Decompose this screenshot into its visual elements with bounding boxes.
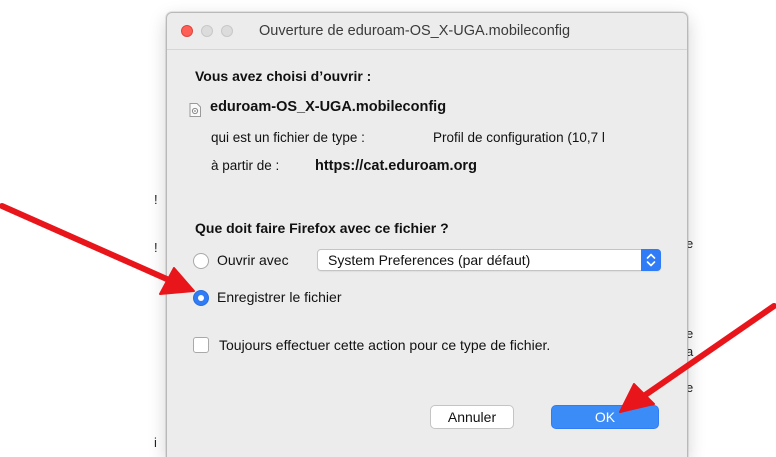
always-do-label[interactable]: Toujours effectuer cette action pour ce … <box>219 337 550 353</box>
open-with-label[interactable]: Ouvrir avec <box>217 252 289 268</box>
source-url: https://cat.eduroam.org <box>315 158 477 174</box>
minimize-window-icon[interactable] <box>201 25 213 37</box>
background-text: ! <box>154 240 158 255</box>
always-do-checkbox[interactable] <box>193 337 209 353</box>
config-file-icon <box>189 103 201 117</box>
zoom-window-icon[interactable] <box>221 25 233 37</box>
save-file-radio[interactable] <box>193 290 209 306</box>
file-name: eduroam-OS_X-UGA.mobileconfig <box>210 99 447 115</box>
background-text: ! <box>154 192 158 207</box>
file-type-label: qui est un fichier de type : <box>211 130 365 145</box>
background-text: i <box>154 435 157 450</box>
file-type-value: Profil de configuration (10,7 l <box>433 130 605 145</box>
open-with-radio[interactable] <box>193 253 209 269</box>
save-file-label[interactable]: Enregistrer le fichier <box>217 289 342 305</box>
open-with-app-select[interactable]: System Preferences (par défaut) <box>317 249 661 271</box>
chosen-heading: Vous avez choisi d’ouvrir : <box>195 68 372 84</box>
download-dialog: Ouverture de eduroam-OS_X-UGA.mobileconf… <box>166 12 688 457</box>
selected-app: System Preferences (par défaut) <box>328 252 531 268</box>
title-bar[interactable]: Ouverture de eduroam-OS_X-UGA.mobileconf… <box>167 13 687 50</box>
source-label: à partir de : <box>211 158 280 173</box>
ok-button[interactable]: OK <box>551 405 659 429</box>
action-question: Que doit faire Firefox avec ce fichier ? <box>195 220 449 236</box>
window-title: Ouverture de eduroam-OS_X-UGA.mobileconf… <box>259 23 571 39</box>
close-window-icon[interactable] <box>181 25 193 37</box>
up-down-chevron-icon <box>641 249 661 271</box>
cancel-button[interactable]: Annuler <box>430 405 514 429</box>
